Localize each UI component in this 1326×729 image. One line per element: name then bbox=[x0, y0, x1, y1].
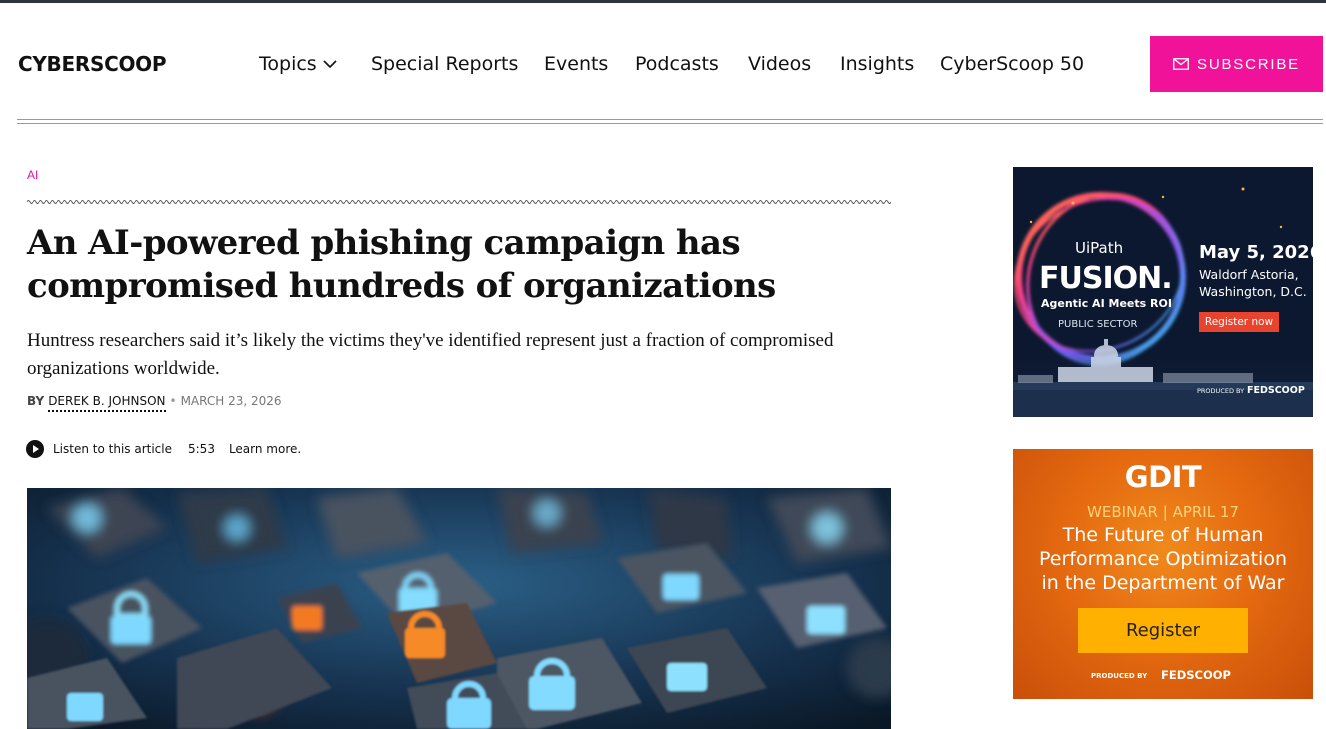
ad-produced-by-label: PRODUCED BY bbox=[1197, 387, 1245, 395]
header-divider bbox=[17, 123, 1323, 124]
padlock-cubes-illustration bbox=[27, 488, 891, 729]
ad-venue-line2: Washington, D.C. bbox=[1199, 284, 1307, 299]
byline-separator: • bbox=[169, 394, 177, 408]
publish-date: MARCH 23, 2026 bbox=[180, 394, 282, 408]
nav-item-cyberscoop-50[interactable]: CyberScoop 50 bbox=[940, 53, 1084, 75]
subscribe-button[interactable]: SUBSCRIBE bbox=[1150, 36, 1323, 92]
ad-register-button[interactable]: Register bbox=[1078, 608, 1248, 653]
ad-date: May 5, 2026 bbox=[1199, 242, 1313, 263]
ad-brand: GDIT bbox=[1124, 460, 1202, 494]
ad-uipath-fusion[interactable]: UiPath FUSION. Agentic AI Meets ROI PUBL… bbox=[1013, 167, 1313, 417]
nav-item-label: Topics bbox=[259, 53, 317, 75]
header-divider bbox=[17, 119, 1323, 120]
ad-kicker: WEBINAR | APRIL 17 bbox=[1087, 503, 1239, 521]
ad-title-line2: Performance Optimization bbox=[1039, 548, 1287, 570]
play-icon[interactable] bbox=[26, 440, 44, 458]
ad-title-line1: The Future of Human bbox=[1062, 524, 1264, 546]
nav-item-special-reports[interactable]: Special Reports bbox=[371, 53, 518, 75]
nav-item-videos[interactable]: Videos bbox=[748, 53, 811, 75]
wavy-divider bbox=[27, 199, 891, 205]
ad-title-line3: in the Department of War bbox=[1041, 572, 1285, 594]
audio-duration: 5:53 bbox=[188, 442, 215, 456]
ad-producer: FEDSCOOP bbox=[1247, 385, 1305, 396]
subscribe-label: SUBSCRIBE bbox=[1197, 55, 1300, 73]
ad-sector: PUBLIC SECTOR bbox=[1058, 319, 1138, 330]
listen-label[interactable]: Listen to this article bbox=[53, 442, 172, 456]
nav-item-topics[interactable]: Topics bbox=[259, 53, 337, 75]
byline-prefix: BY bbox=[27, 394, 45, 408]
article-headline: An AI-powered phishing campaign has comp… bbox=[27, 223, 776, 306]
site-logo[interactable]: CYBERSCOOP bbox=[18, 52, 167, 76]
ad-register-now-button[interactable]: Register now bbox=[1199, 312, 1279, 332]
nav-item-podcasts[interactable]: Podcasts bbox=[635, 53, 719, 75]
ad-brand: UiPath bbox=[1075, 239, 1124, 257]
category-link[interactable]: AI bbox=[27, 168, 38, 182]
ad-tagline: Agentic AI Meets ROI bbox=[1041, 297, 1172, 310]
learn-more-link[interactable]: Learn more. bbox=[229, 442, 301, 456]
audio-player: Listen to this article 5:53 Learn more. bbox=[26, 440, 301, 458]
byline: BY DEREK B. JOHNSON • MARCH 23, 2026 bbox=[27, 394, 282, 412]
nav-item-insights[interactable]: Insights bbox=[840, 53, 914, 75]
nav-item-events[interactable]: Events bbox=[544, 53, 608, 75]
ad-producer: FEDSCOOP bbox=[1161, 668, 1231, 682]
ad-gdit-webinar[interactable]: GDIT WEBINAR | APRIL 17 The Future of Hu… bbox=[1013, 449, 1313, 699]
article-dek: Huntress researchers said it’s likely th… bbox=[27, 330, 834, 379]
author-link[interactable]: DEREK B. JOHNSON bbox=[48, 394, 166, 412]
ad-venue-line1: Waldorf Astoria, bbox=[1199, 267, 1299, 282]
chevron-down-icon bbox=[323, 60, 337, 69]
ad-produced-by-label: PRODUCED BY bbox=[1091, 672, 1148, 680]
hero-image bbox=[27, 488, 891, 729]
ad-event-title: FUSION. bbox=[1039, 261, 1173, 296]
mail-icon bbox=[1173, 58, 1189, 70]
top-accent-bar bbox=[0, 0, 1326, 3]
